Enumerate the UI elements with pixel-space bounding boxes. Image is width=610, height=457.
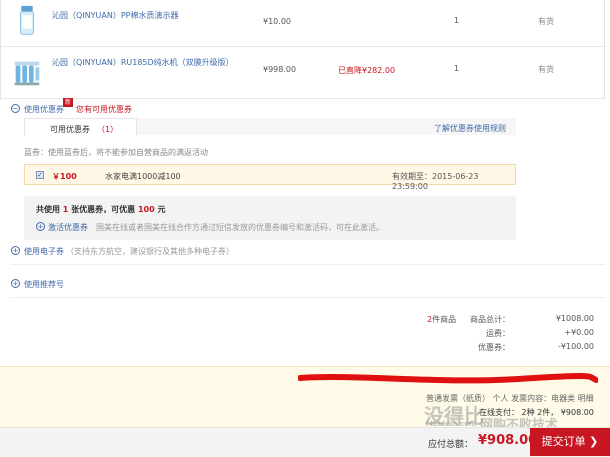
coupon-item[interactable]: ✓ ￥100 水家电满1000减100 有效期至：2015-06-23 23:5… — [24, 164, 516, 191]
order-page: 沁园（QINYUAN）PP棉水质演示器 ¥10.00 1 有货 沁园（QINYU… — [0, 0, 610, 457]
submit-bar: 应付总额： ¥908.00 — [0, 427, 610, 457]
activate-coupon-link[interactable]: 激活优惠券 — [48, 222, 88, 233]
product-row: 沁园（QINYUAN）RU185D纯水机（双膜升级版） ¥998.00 已直降¥… — [0, 48, 605, 98]
product-price: ¥10.00 — [263, 17, 291, 26]
coupon-amount: ￥100 — [52, 172, 77, 181]
coupon-discount-label: 优惠券： — [478, 343, 510, 352]
coupon-expiry: 有效期至：2015-06-23 23:59:00 — [392, 172, 479, 191]
redaction-scribble — [298, 373, 598, 384]
amount-due-value: ¥908.00 — [478, 433, 538, 448]
use-coupon-toggle[interactable]: 使用优惠券 — [24, 104, 64, 115]
amount-due-label: 应付总额： — [428, 440, 474, 450]
product-thumbnail[interactable] — [12, 56, 42, 90]
expand-referrer-icon[interactable]: + — [11, 279, 20, 288]
divider — [10, 297, 605, 298]
coupon-checkbox[interactable]: ✓ — [36, 171, 44, 179]
product-stock: 有货 — [538, 17, 554, 26]
product-name-link[interactable]: 沁园（QINYUAN）RU185D纯水机（双膜升级版） — [52, 57, 234, 68]
tab-available-coupons[interactable]: 可用优惠券 （1） — [24, 118, 137, 136]
divider — [10, 264, 605, 265]
shipping-value: +¥0.00 — [564, 328, 594, 337]
coupon-summary-panel: 共使用 1 张优惠券，可优惠 100 元 + 激活优惠券 国美在线或者国美在线合… — [24, 196, 516, 240]
available-coupon-message: 您有可用优惠券 — [76, 105, 132, 114]
use-ecard-link[interactable]: 使用电子券 — [24, 246, 64, 257]
product-qty: 1 — [454, 16, 460, 25]
coupon-discount-value: -¥100.00 — [558, 342, 594, 351]
product-name-link[interactable]: 沁园（QINYUAN）PP棉水质演示器 — [52, 10, 179, 21]
product-row: 沁园（QINYUAN）PP棉水质演示器 ¥10.00 1 有货 — [0, 0, 605, 46]
shipping-label: 运费： — [486, 329, 510, 338]
product-qty: 1 — [454, 64, 460, 73]
blue-coupon-note: 蓝券：使用蓝券后，将不能参加自营商品的满返活动 — [24, 148, 208, 157]
expand-ecard-icon[interactable]: + — [11, 246, 20, 255]
activate-coupon-desc: 国美在线或者国美在线合作方通过短信发放的优惠券编号和激活码，可在此激活。 — [96, 223, 384, 232]
order-totals: 2件商品 商品总计： ¥1008.00 运费： +¥0.00 优惠券： -¥10… — [10, 305, 605, 361]
row-divider — [0, 46, 605, 47]
activate-coupon-icon[interactable]: + — [36, 222, 45, 231]
price-drop-badge: 已直降¥282.00 — [338, 66, 396, 75]
row-divider — [0, 98, 605, 99]
tab-count: （1） — [97, 125, 119, 134]
product-stock: 有货 — [538, 65, 554, 74]
new-badge: 新 — [63, 98, 74, 107]
tab-label: 可用优惠券 — [50, 125, 90, 134]
use-referrer-link[interactable]: 使用推荐号 — [24, 279, 64, 290]
product-thumbnail[interactable] — [12, 4, 42, 38]
ecard-desc: （支持东方航空，建设银行及其他多种电子券） — [66, 247, 234, 256]
goods-total-value: ¥1008.00 — [555, 314, 594, 323]
collapse-coupons-icon[interactable]: − — [11, 104, 20, 113]
coupon-description: 水家电满1000减100 — [105, 172, 181, 181]
submit-order-button[interactable]: 提交订单 ❯ — [530, 428, 610, 456]
coupon-summary: 共使用 1 张优惠券，可优惠 100 元 — [36, 205, 166, 214]
coupon-rules-link[interactable]: 了解优惠券使用规则 — [434, 123, 506, 134]
goods-total-label: 商品总计： — [470, 315, 510, 324]
product-price: ¥998.00 — [263, 65, 297, 74]
